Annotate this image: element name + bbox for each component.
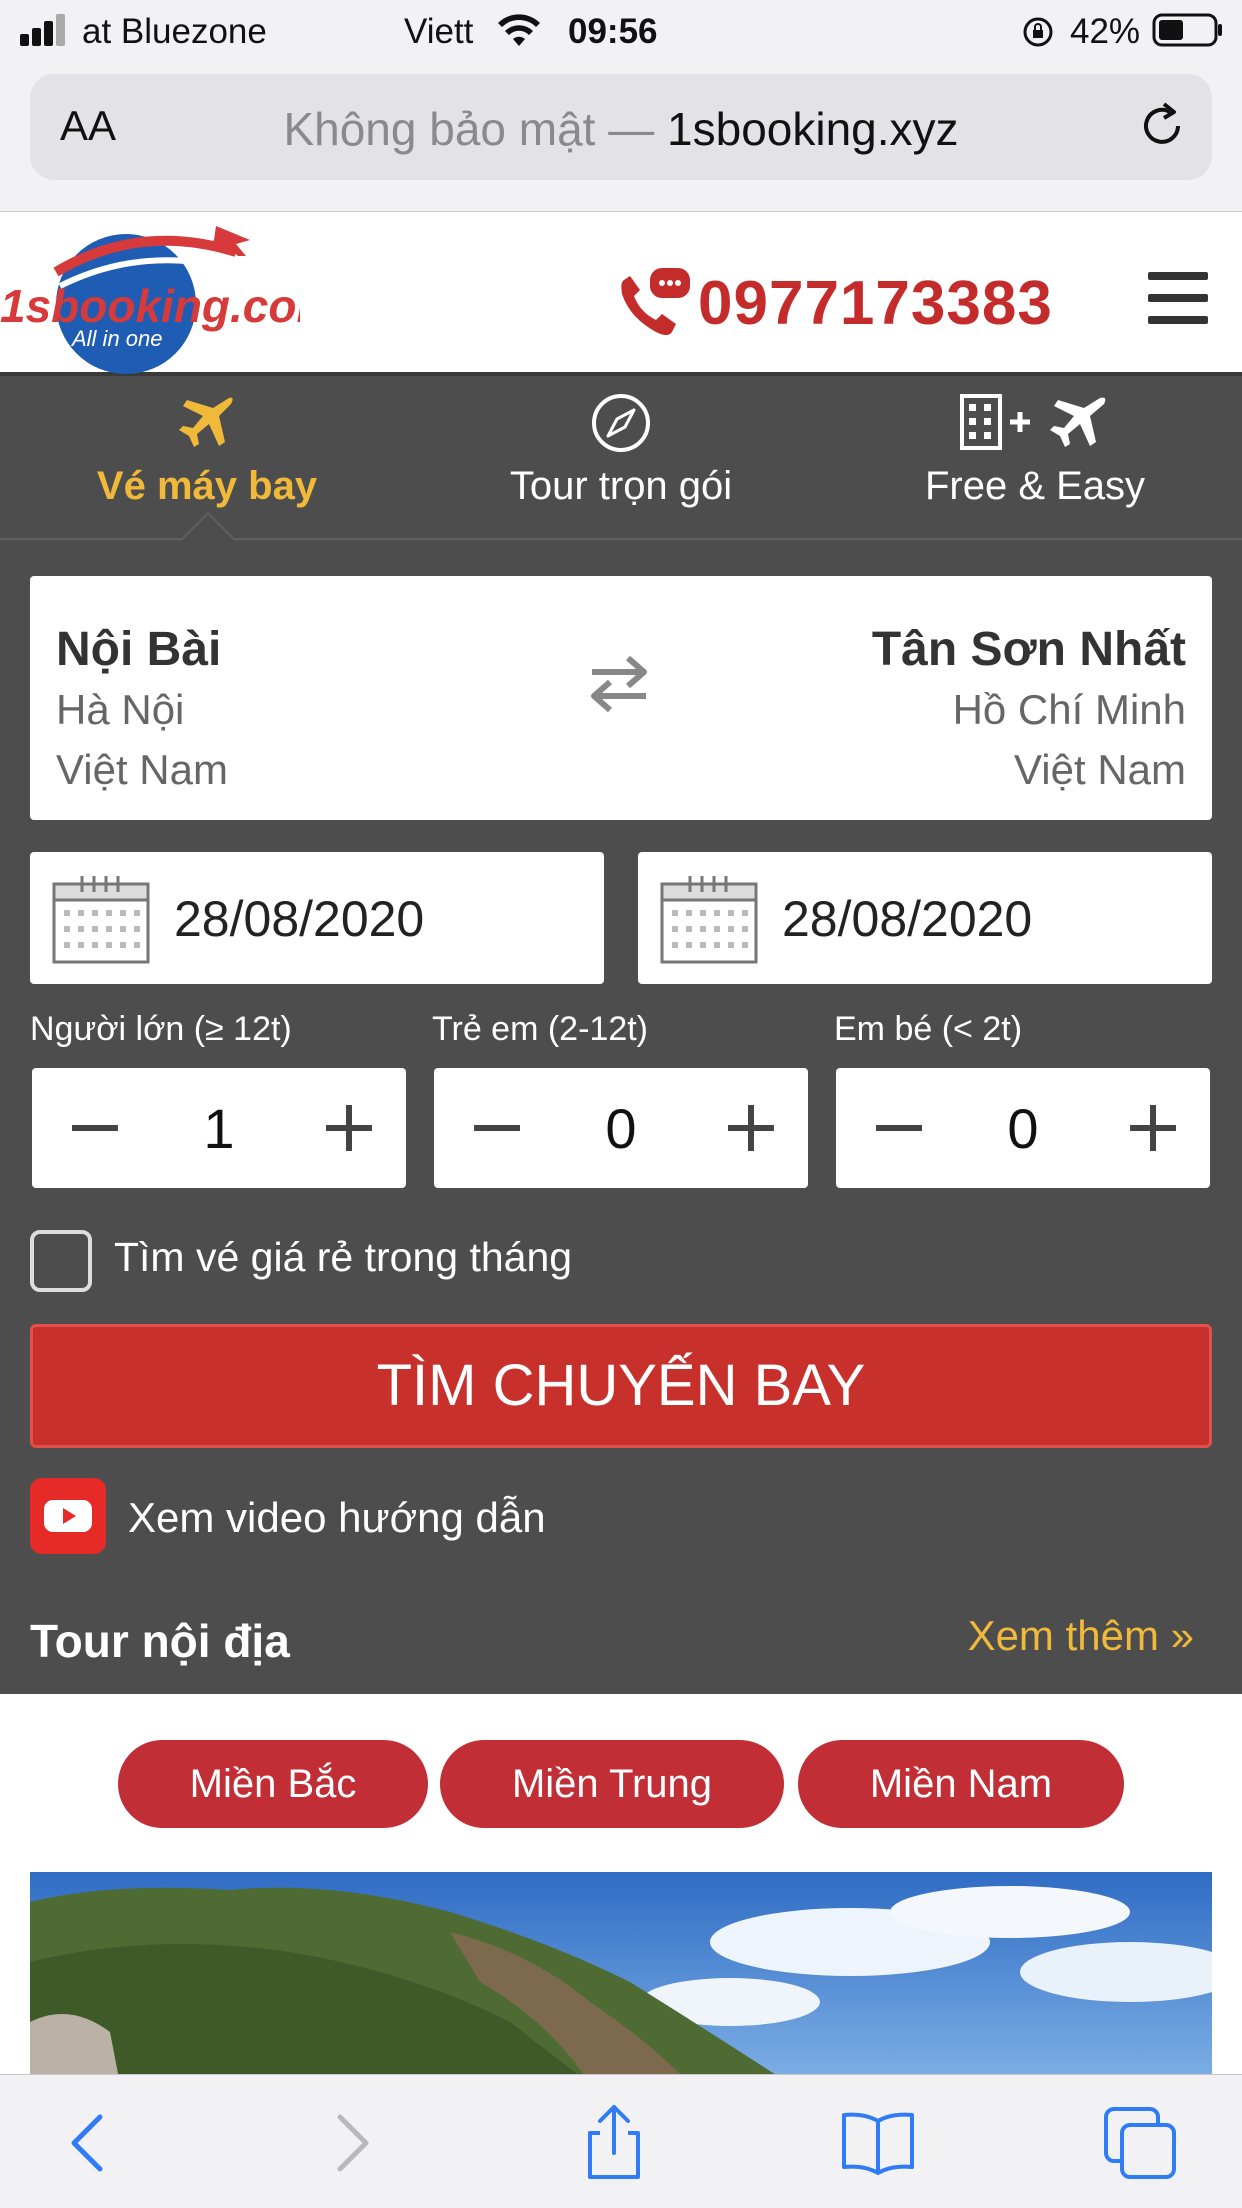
video-guide-link[interactable]: Xem video hướng dẫn [128,1494,546,1542]
forward-icon[interactable] [310,2103,390,2183]
tab-tours[interactable]: Tour trọn gói [414,376,828,540]
origin-country: Việt Nam [56,746,228,793]
destination-country: Việt Nam [1014,746,1186,793]
infants-plus-button[interactable] [1090,1068,1210,1188]
hotel-plus-flight-icon [960,394,1106,450]
return-date-value: 28/08/2020 [782,891,1033,947]
site-logo[interactable]: 1sbooking.com All in one [0,212,300,376]
orientation-lock-icon [1023,17,1053,47]
logo-number: 1sbooking.com [0,280,300,332]
adults-minus-button[interactable] [32,1068,152,1188]
domestic-tour-heading: Tour nội địa [30,1615,290,1667]
browser-address-area: AA Không bảo mật — 1sbooking.xyz [0,64,1242,212]
adults-count: 1 [203,1097,235,1160]
compass-icon [592,394,650,452]
tabs-icon[interactable] [1100,2103,1180,2183]
status-bar: at Bluezone Viett 09:56 42% [0,0,1242,64]
calendar-icon [52,876,150,964]
cheap-fare-checkbox[interactable] [30,1230,92,1292]
destination-airport-name: Tân Sơn Nhất [871,623,1186,676]
search-flights-button[interactable]: TÌM CHUYẾN BAY [30,1324,1212,1448]
browser-toolbar [0,2074,1242,2208]
children-count: 0 [605,1097,637,1160]
see-more-link[interactable]: Xem thêm » [968,1612,1194,1660]
calendar-icon [660,876,758,964]
adults-stepper: 1 [32,1068,406,1188]
destination-airport[interactable]: Tân Sơn Nhất Hồ Chí Minh Việt Nam [872,620,1186,800]
cheap-fare-label[interactable]: Tìm vé giá rẻ trong tháng [114,1234,572,1281]
cellular-signal-icon [20,14,70,46]
tour-photo[interactable] [30,1872,1212,2084]
infants-minus-button[interactable] [836,1068,956,1188]
booking-tabs: Vé máy bay Tour trọn gói Free & Easy [0,376,1242,569]
adults-plus-button[interactable] [286,1068,406,1188]
wifi-icon [498,14,540,46]
region-south-button[interactable]: Miền Nam [798,1740,1124,1828]
region-north-button[interactable]: Miền Bắc [118,1740,428,1828]
tab-free-easy[interactable]: Free & Easy [828,376,1242,540]
url-display[interactable]: Không bảo mật — 1sbooking.xyz [30,102,1212,156]
battery-icon [1152,13,1222,47]
back-icon[interactable] [50,2103,130,2183]
tab-flights-label: Vé máy bay [96,464,318,508]
airplane-icon [179,397,233,447]
adults-label: Người lớn (≥ 12t) [30,1010,292,1048]
clock: 09:56 [568,12,658,51]
site-header: 1sbooking.com All in one 0977173383 [0,212,1242,376]
destination-city: Hồ Chí Minh [952,686,1186,733]
depart-date-field[interactable]: 28/08/2020 [30,852,604,984]
bookmarks-icon[interactable] [838,2103,918,2183]
return-date-field[interactable]: 28/08/2020 [638,852,1212,984]
share-icon[interactable] [574,2103,654,2183]
carrier-name: at Bluezone [82,12,267,51]
battery-percent: 42% [1070,12,1141,51]
infants-label: Em bé (< 2t) [834,1010,1023,1048]
depart-date-value: 28/08/2020 [174,891,425,947]
infants-count: 0 [1007,1097,1039,1160]
tab-tours-label: Tour trọn gói [509,464,733,508]
origin-airport[interactable]: Nội Bài Hà Nội Việt Nam [56,620,228,800]
children-label: Trẻ em (2-12t) [432,1010,649,1048]
route-selector: Nội Bài Hà Nội Việt Nam Tân Sơn Nhất Hồ … [30,576,1212,820]
children-stepper: 0 [434,1068,808,1188]
address-bar[interactable]: AA Không bảo mật — 1sbooking.xyz [30,74,1212,180]
swap-route-icon[interactable] [586,648,652,718]
security-warning-text: Không bảo mật — [283,103,655,155]
tab-free-easy-label: Free & Easy [924,464,1146,508]
reload-icon[interactable] [1134,98,1190,154]
phone-icon[interactable] [616,268,692,340]
children-minus-button[interactable] [434,1068,554,1188]
logo-tagline: All in one [70,326,163,351]
menu-icon[interactable] [1148,272,1208,324]
carrier-name-secondary: Viett [404,12,474,51]
hotline-number[interactable]: 0977173383 [698,268,1053,339]
children-plus-button[interactable] [688,1068,808,1188]
region-central-button[interactable]: Miền Trung [440,1740,784,1828]
youtube-icon[interactable] [30,1478,106,1554]
origin-city: Hà Nội [56,686,185,733]
origin-airport-name: Nội Bài [56,623,222,676]
infants-stepper: 0 [836,1068,1210,1188]
url-domain: 1sbooking.xyz [667,103,959,155]
